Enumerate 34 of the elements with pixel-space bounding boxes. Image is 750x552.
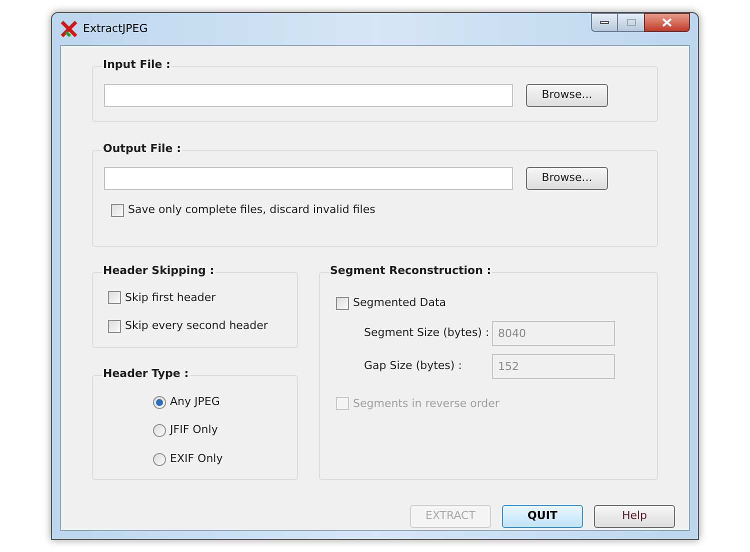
group-label: Output File : [102,141,182,158]
checkbox-label: Segments in reverse order [353,396,500,412]
radio-label: JFIF Only [170,422,218,438]
window-title: ExtractJPEG [83,20,148,37]
group-label: Segment Reconstruction : [329,263,492,280]
group-label: Header Skipping : [102,263,216,280]
radio-label: Any JPEG [170,394,220,410]
group-label: Input File : [102,57,172,74]
dialog-button[interactable]: Help [594,505,675,528]
checkbox[interactable] [111,204,124,217]
dialog-button[interactable]: QUIT [502,505,583,528]
radio-button[interactable] [153,452,166,466]
output-file-field[interactable] [104,167,513,190]
maximize-button[interactable] [618,13,644,32]
browse-button[interactable]: Browse... [526,167,608,190]
checkbox-label: Save only complete files, discard invalid files [128,202,376,218]
checkbox[interactable] [108,320,121,333]
checkbox-label: Skip first header [125,290,216,306]
close-icon [662,18,672,27]
field-label: Gap Size (bytes) : [364,358,463,374]
radio-button[interactable] [153,424,166,437]
minimize-button[interactable] [591,13,618,32]
checkbox-label: Skip every second header [125,318,268,334]
app-icon [60,20,78,38]
checkbox[interactable] [336,296,349,310]
group-label: Header Type : [102,366,190,382]
field-label: Segment Size (bytes) : [364,324,490,341]
checkbox-label: Segmented Data [353,295,446,311]
checkbox[interactable] [108,291,121,304]
radio-button[interactable] [153,396,166,408]
input-file-field[interactable] [104,84,513,107]
close-button[interactable] [644,13,690,32]
radio-label: EXIF Only [170,450,223,467]
browse-button[interactable]: Browse... [526,84,608,107]
